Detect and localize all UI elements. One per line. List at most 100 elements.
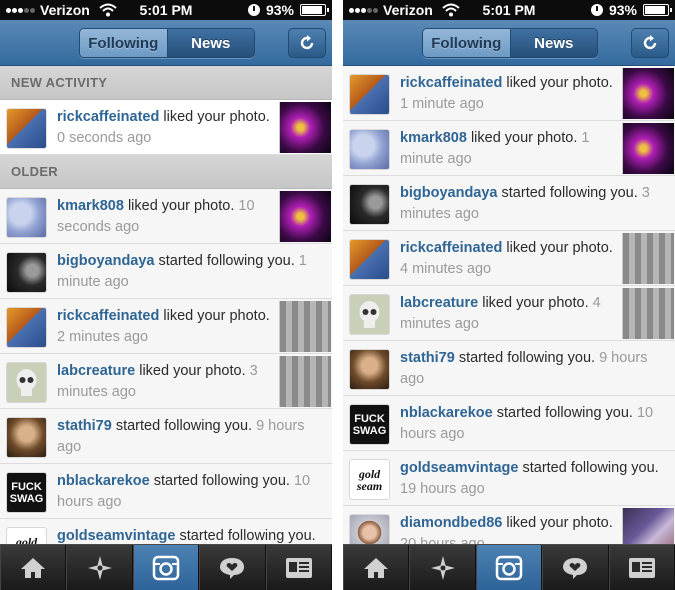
tab-following[interactable]: Following [80, 29, 167, 57]
username-link[interactable]: rickcaffeinated [57, 308, 159, 324]
photo-thumbnail[interactable] [279, 356, 331, 407]
avatar[interactable] [350, 350, 389, 389]
avatar[interactable]: gold seam [350, 460, 389, 499]
timestamp: 4 minutes ago [400, 261, 492, 277]
username-link[interactable]: bigboyandaya [57, 253, 155, 269]
activity-text: started following you. [111, 418, 253, 434]
username-link[interactable]: labcreature [57, 363, 135, 379]
avatar[interactable] [7, 308, 46, 347]
username-link[interactable]: nblackarekoe [57, 473, 150, 489]
explore-icon [430, 555, 455, 580]
avatar[interactable] [7, 109, 46, 148]
list-item[interactable]: rickcaffeinated liked your photo. 2 minu… [0, 299, 332, 354]
tab-home[interactable] [343, 545, 410, 590]
activity-feed[interactable]: rickcaffeinated liked your photo. 1 minu… [343, 66, 675, 544]
list-item[interactable]: FUCK SWAG nblackarekoe started following… [343, 396, 675, 451]
photo-thumbnail[interactable] [279, 102, 331, 153]
tab-camera[interactable] [132, 545, 200, 590]
refresh-button[interactable] [288, 28, 326, 58]
list-item[interactable]: kmark808 liked your photo. 10 seconds ag… [0, 189, 332, 244]
username-link[interactable]: goldseamvintage [400, 460, 518, 476]
list-item[interactable]: labcreature liked your photo. 4 minutes … [343, 286, 675, 341]
activity-text: started following you. [149, 473, 290, 489]
camera-icon [495, 555, 523, 580]
list-item[interactable]: diamondbed86 liked your photo. 20 hours … [343, 506, 675, 544]
photo-thumbnail[interactable] [622, 508, 674, 544]
refresh-button[interactable] [631, 28, 669, 58]
list-item[interactable]: labcreature liked your photo. 3 minutes … [0, 354, 332, 409]
avatar[interactable] [7, 253, 46, 292]
segmented-control: Following News [422, 28, 598, 58]
username-link[interactable]: diamondbed86 [400, 515, 502, 531]
activity-feed[interactable]: NEW ACTIVITY rickcaffeinated liked your … [0, 66, 332, 544]
tab-profile[interactable] [265, 545, 332, 590]
list-item[interactable]: bigboyandaya started following you. 1 mi… [0, 244, 332, 299]
list-item[interactable]: stathi79 started following you. 9 hours … [343, 341, 675, 396]
avatar[interactable] [350, 295, 389, 334]
avatar[interactable] [7, 418, 46, 457]
list-item[interactable]: kmark808 liked your photo. 1 minute ago [343, 121, 675, 176]
username-link[interactable]: stathi79 [57, 418, 112, 434]
username-link[interactable]: kmark808 [400, 130, 467, 146]
list-item[interactable]: gold seam goldseamvintage started follow… [0, 519, 332, 544]
list-item[interactable]: rickcaffeinated liked your photo. 4 minu… [343, 231, 675, 286]
photo-thumbnail[interactable] [622, 288, 674, 339]
photo-thumbnail[interactable] [622, 233, 674, 284]
avatar[interactable] [350, 240, 389, 279]
tab-news[interactable]: News [166, 29, 254, 57]
list-item[interactable]: rickcaffeinated liked your photo. 0 seco… [0, 100, 332, 155]
tab-news-heart[interactable] [199, 545, 266, 590]
activity-text: liked your photo. [135, 363, 246, 379]
timestamp: 20 hours ago [400, 536, 485, 544]
navigation-bar: Following News [0, 20, 332, 66]
list-item[interactable]: gold seam goldseamvintage started follow… [343, 451, 675, 506]
tab-explore[interactable] [409, 545, 476, 590]
tab-home[interactable] [0, 545, 67, 590]
username-link[interactable]: rickcaffeinated [57, 109, 159, 125]
username-link[interactable]: labcreature [400, 295, 478, 311]
timestamp: 1 minute ago [400, 96, 484, 112]
tab-profile[interactable] [608, 545, 675, 590]
tab-following[interactable]: Following [423, 29, 510, 57]
username-link[interactable]: nblackarekoe [400, 405, 493, 421]
screen-left: Verizon 5:01 PM 93% Following News NEW A… [0, 0, 332, 590]
username-link[interactable]: rickcaffeinated [400, 75, 502, 91]
avatar[interactable] [350, 130, 389, 169]
status-bar: Verizon 5:01 PM 93% [0, 0, 332, 20]
username-link[interactable]: goldseamvintage [57, 528, 175, 544]
photo-thumbnail[interactable] [279, 301, 331, 352]
username-link[interactable]: stathi79 [400, 350, 455, 366]
tab-bar [343, 544, 675, 590]
username-link[interactable]: rickcaffeinated [400, 240, 502, 256]
activity-text: started following you. [518, 460, 659, 476]
photo-thumbnail[interactable] [622, 123, 674, 174]
list-item[interactable]: bigboyandaya started following you. 3 mi… [343, 176, 675, 231]
section-header-older: OLDER [0, 155, 332, 189]
avatar[interactable] [7, 363, 46, 402]
activity-text: liked your photo. [123, 198, 235, 214]
activity-text: liked your photo. [159, 109, 270, 125]
avatar[interactable] [7, 198, 46, 237]
timestamp: 19 hours ago [400, 481, 485, 497]
avatar[interactable] [350, 185, 389, 224]
avatar[interactable] [350, 75, 389, 114]
list-item[interactable]: stathi79 started following you. 9 hours … [0, 409, 332, 464]
timestamp: 0 seconds ago [57, 130, 152, 146]
avatar[interactable]: FUCK SWAG [7, 473, 46, 512]
photo-thumbnail[interactable] [279, 191, 331, 242]
alarm-clock-icon [247, 4, 260, 16]
photo-thumbnail[interactable] [622, 68, 674, 119]
list-item[interactable]: rickcaffeinated liked your photo. 1 minu… [343, 66, 675, 121]
username-link[interactable]: kmark808 [57, 198, 124, 214]
tab-news[interactable]: News [509, 29, 597, 57]
tab-camera[interactable] [475, 545, 543, 590]
avatar[interactable]: FUCK SWAG [350, 405, 389, 444]
tab-news-heart[interactable] [542, 545, 609, 590]
avatar[interactable]: gold seam [7, 528, 46, 544]
refresh-icon [643, 35, 657, 50]
tab-explore[interactable] [66, 545, 133, 590]
username-link[interactable]: bigboyandaya [400, 185, 498, 201]
news-heart-icon [563, 557, 588, 579]
list-item[interactable]: FUCK SWAG nblackarekoe started following… [0, 464, 332, 519]
avatar[interactable] [350, 515, 389, 544]
